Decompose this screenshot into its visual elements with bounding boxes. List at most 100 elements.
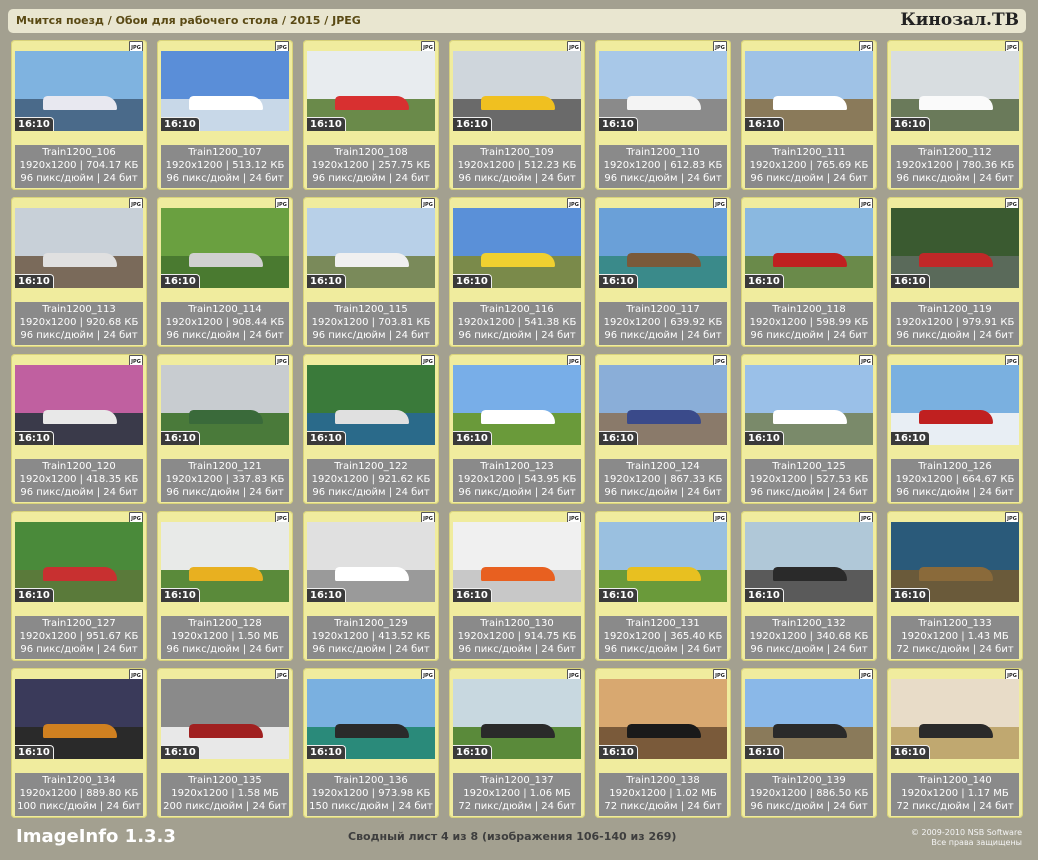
aspect-ratio-badge: 16:10: [745, 588, 784, 602]
train-icon: [481, 95, 556, 111]
image-tile[interactable]: JPG 16:10 Train1200_134 1920x1200 | 889.80 …: [11, 668, 147, 818]
image-info-panel: Train1200_135 1920x1200 | 1.58 МБ 200 пикс…: [161, 773, 289, 816]
image-filename: Train1200_120: [42, 461, 116, 472]
image-tile[interactable]: JPG 16:10 Train1200_132 1920x1200 | 340.68 …: [741, 511, 877, 661]
thumbnail-image[interactable]: 16:10: [15, 208, 143, 288]
image-tile[interactable]: JPG 16:10 Train1200_108 1920x1200 | 257.75 …: [303, 40, 439, 190]
image-tile[interactable]: JPG 16:10 Train1200_133 1920x1200 | 1.43 МБ…: [887, 511, 1023, 661]
breadcrumb: Мчится поезд / Обои для рабочего стола /…: [16, 14, 361, 27]
thumbnail-image[interactable]: 16:10: [745, 365, 873, 445]
thumbnail-image[interactable]: 16:10: [745, 679, 873, 759]
image-tile[interactable]: JPG 16:10 Train1200_122 1920x1200 | 921.62 …: [303, 354, 439, 504]
image-dimensions-size: 1920x1200 | 867.33 КБ: [603, 474, 723, 485]
image-tile[interactable]: JPG 16:10 Train1200_109 1920x1200 | 512.23 …: [449, 40, 585, 190]
thumbnail-image[interactable]: 16:10: [599, 208, 727, 288]
image-tile[interactable]: JPG 16:10 Train1200_126 1920x1200 | 664.67 …: [887, 354, 1023, 504]
thumbnail-image[interactable]: 16:10: [453, 208, 581, 288]
image-tile[interactable]: JPG 16:10 Train1200_136 1920x1200 | 973.98 …: [303, 668, 439, 818]
thumbnail-image[interactable]: 16:10: [453, 51, 581, 131]
image-tile[interactable]: JPG 16:10 Train1200_123 1920x1200 | 543.95 …: [449, 354, 585, 504]
thumbnail-image[interactable]: 16:10: [891, 208, 1019, 288]
thumbnail-image[interactable]: 16:10: [161, 679, 289, 759]
image-tile[interactable]: JPG 16:10 Train1200_111 1920x1200 | 765.69 …: [741, 40, 877, 190]
thumbnail-image[interactable]: 16:10: [307, 679, 435, 759]
image-tile[interactable]: JPG 16:10 Train1200_117 1920x1200 | 639.92 …: [595, 197, 731, 347]
image-tile[interactable]: JPG 16:10 Train1200_140 1920x1200 | 1.17 МБ…: [887, 668, 1023, 818]
image-filename: Train1200_115: [334, 304, 408, 315]
thumbnail-image[interactable]: 16:10: [453, 679, 581, 759]
train-icon: [627, 723, 702, 739]
image-info-panel: Train1200_107 1920x1200 | 513.12 КБ 96 пик…: [161, 145, 289, 188]
thumbnail-image[interactable]: 16:10: [15, 51, 143, 131]
thumbnail-image[interactable]: 16:10: [453, 522, 581, 602]
image-tile[interactable]: JPG 16:10 Train1200_106 1920x1200 | 704.17 …: [11, 40, 147, 190]
thumbnail-image[interactable]: 16:10: [453, 365, 581, 445]
thumbnail-image[interactable]: 16:10: [15, 365, 143, 445]
image-info-panel: Train1200_116 1920x1200 | 541.38 КБ 96 пик…: [453, 302, 581, 345]
image-tile[interactable]: JPG 16:10 Train1200_124 1920x1200 | 867.33 …: [595, 354, 731, 504]
thumbnail-image[interactable]: 16:10: [161, 522, 289, 602]
image-resolution-depth: 96 пикс/дюйм | 24 бит: [458, 330, 576, 341]
image-tile[interactable]: JPG 16:10 Train1200_121 1920x1200 | 337.83 …: [157, 354, 293, 504]
thumbnail-image[interactable]: 16:10: [599, 522, 727, 602]
image-dimensions-size: 1920x1200 | 1.58 МБ: [171, 788, 279, 799]
aspect-ratio-badge: 16:10: [15, 431, 54, 445]
thumbnail-image[interactable]: 16:10: [891, 365, 1019, 445]
thumbnail-image[interactable]: 16:10: [745, 51, 873, 131]
image-tile[interactable]: JPG 16:10 Train1200_128 1920x1200 | 1.50 МБ…: [157, 511, 293, 661]
image-tile[interactable]: JPG 16:10 Train1200_138 1920x1200 | 1.02 МБ…: [595, 668, 731, 818]
image-dimensions-size: 1920x1200 | 914.75 КБ: [457, 631, 577, 642]
image-dimensions-size: 1920x1200 | 1.43 МБ: [901, 631, 1009, 642]
thumbnail-image[interactable]: 16:10: [745, 208, 873, 288]
image-info-panel: Train1200_125 1920x1200 | 527.53 КБ 96 пик…: [745, 459, 873, 502]
train-icon: [43, 252, 118, 268]
image-tile[interactable]: JPG 16:10 Train1200_112 1920x1200 | 780.36 …: [887, 40, 1023, 190]
image-tile[interactable]: JPG 16:10 Train1200_130 1920x1200 | 914.75 …: [449, 511, 585, 661]
thumbnail-image[interactable]: 16:10: [891, 522, 1019, 602]
image-tile[interactable]: JPG 16:10 Train1200_129 1920x1200 | 413.52 …: [303, 511, 439, 661]
thumbnail-image[interactable]: 16:10: [307, 522, 435, 602]
aspect-ratio-badge: 16:10: [307, 117, 346, 131]
thumbnail-image[interactable]: 16:10: [745, 522, 873, 602]
thumbnail-image[interactable]: 16:10: [891, 679, 1019, 759]
image-tile[interactable]: JPG 16:10 Train1200_113 1920x1200 | 920.68 …: [11, 197, 147, 347]
image-filename: Train1200_140: [918, 775, 992, 786]
train-icon: [919, 409, 994, 425]
thumbnail-image[interactable]: 16:10: [599, 51, 727, 131]
thumbnail-image[interactable]: 16:10: [15, 522, 143, 602]
image-tile[interactable]: JPG 16:10 Train1200_110 1920x1200 | 612.83 …: [595, 40, 731, 190]
image-tile[interactable]: JPG 16:10 Train1200_125 1920x1200 | 527.53 …: [741, 354, 877, 504]
thumbnail-image[interactable]: 16:10: [891, 51, 1019, 131]
aspect-ratio-badge: 16:10: [745, 117, 784, 131]
image-tile[interactable]: JPG 16:10 Train1200_137 1920x1200 | 1.06 МБ…: [449, 668, 585, 818]
image-tile[interactable]: JPG 16:10 Train1200_115 1920x1200 | 703.81 …: [303, 197, 439, 347]
image-resolution-depth: 96 пикс/дюйм | 24 бит: [750, 487, 868, 498]
thumbnail-image[interactable]: 16:10: [161, 208, 289, 288]
image-tile[interactable]: JPG 16:10 Train1200_107 1920x1200 | 513.12 …: [157, 40, 293, 190]
image-tile[interactable]: JPG 16:10 Train1200_116 1920x1200 | 541.38 …: [449, 197, 585, 347]
image-tile[interactable]: JPG 16:10 Train1200_118 1920x1200 | 598.99 …: [741, 197, 877, 347]
image-tile[interactable]: JPG 16:10 Train1200_120 1920x1200 | 418.35 …: [11, 354, 147, 504]
image-tile[interactable]: JPG 16:10 Train1200_119 1920x1200 | 979.91 …: [887, 197, 1023, 347]
image-filename: Train1200_114: [188, 304, 262, 315]
image-info-panel: Train1200_113 1920x1200 | 920.68 КБ 96 пик…: [15, 302, 143, 345]
thumbnail-image[interactable]: 16:10: [307, 365, 435, 445]
aspect-ratio-badge: 16:10: [307, 274, 346, 288]
thumbnail-image[interactable]: 16:10: [307, 208, 435, 288]
image-tile[interactable]: JPG 16:10 Train1200_131 1920x1200 | 365.40 …: [595, 511, 731, 661]
aspect-ratio-badge: 16:10: [599, 117, 638, 131]
thumbnail-image[interactable]: 16:10: [15, 679, 143, 759]
image-dimensions-size: 1920x1200 | 418.35 КБ: [19, 474, 139, 485]
image-filename: Train1200_110: [626, 147, 700, 158]
image-tile[interactable]: JPG 16:10 Train1200_135 1920x1200 | 1.58 МБ…: [157, 668, 293, 818]
image-tile[interactable]: JPG 16:10 Train1200_127 1920x1200 | 951.67 …: [11, 511, 147, 661]
thumbnail-image[interactable]: 16:10: [599, 679, 727, 759]
thumbnail-image[interactable]: 16:10: [161, 51, 289, 131]
thumbnail-image[interactable]: 16:10: [161, 365, 289, 445]
thumbnail-image[interactable]: 16:10: [599, 365, 727, 445]
train-icon: [335, 566, 410, 582]
thumbnail-image[interactable]: 16:10: [307, 51, 435, 131]
image-tile[interactable]: JPG 16:10 Train1200_139 1920x1200 | 886.50 …: [741, 668, 877, 818]
image-tile[interactable]: JPG 16:10 Train1200_114 1920x1200 | 908.44 …: [157, 197, 293, 347]
image-info-panel: Train1200_136 1920x1200 | 973.98 КБ 150 пи…: [307, 773, 435, 816]
